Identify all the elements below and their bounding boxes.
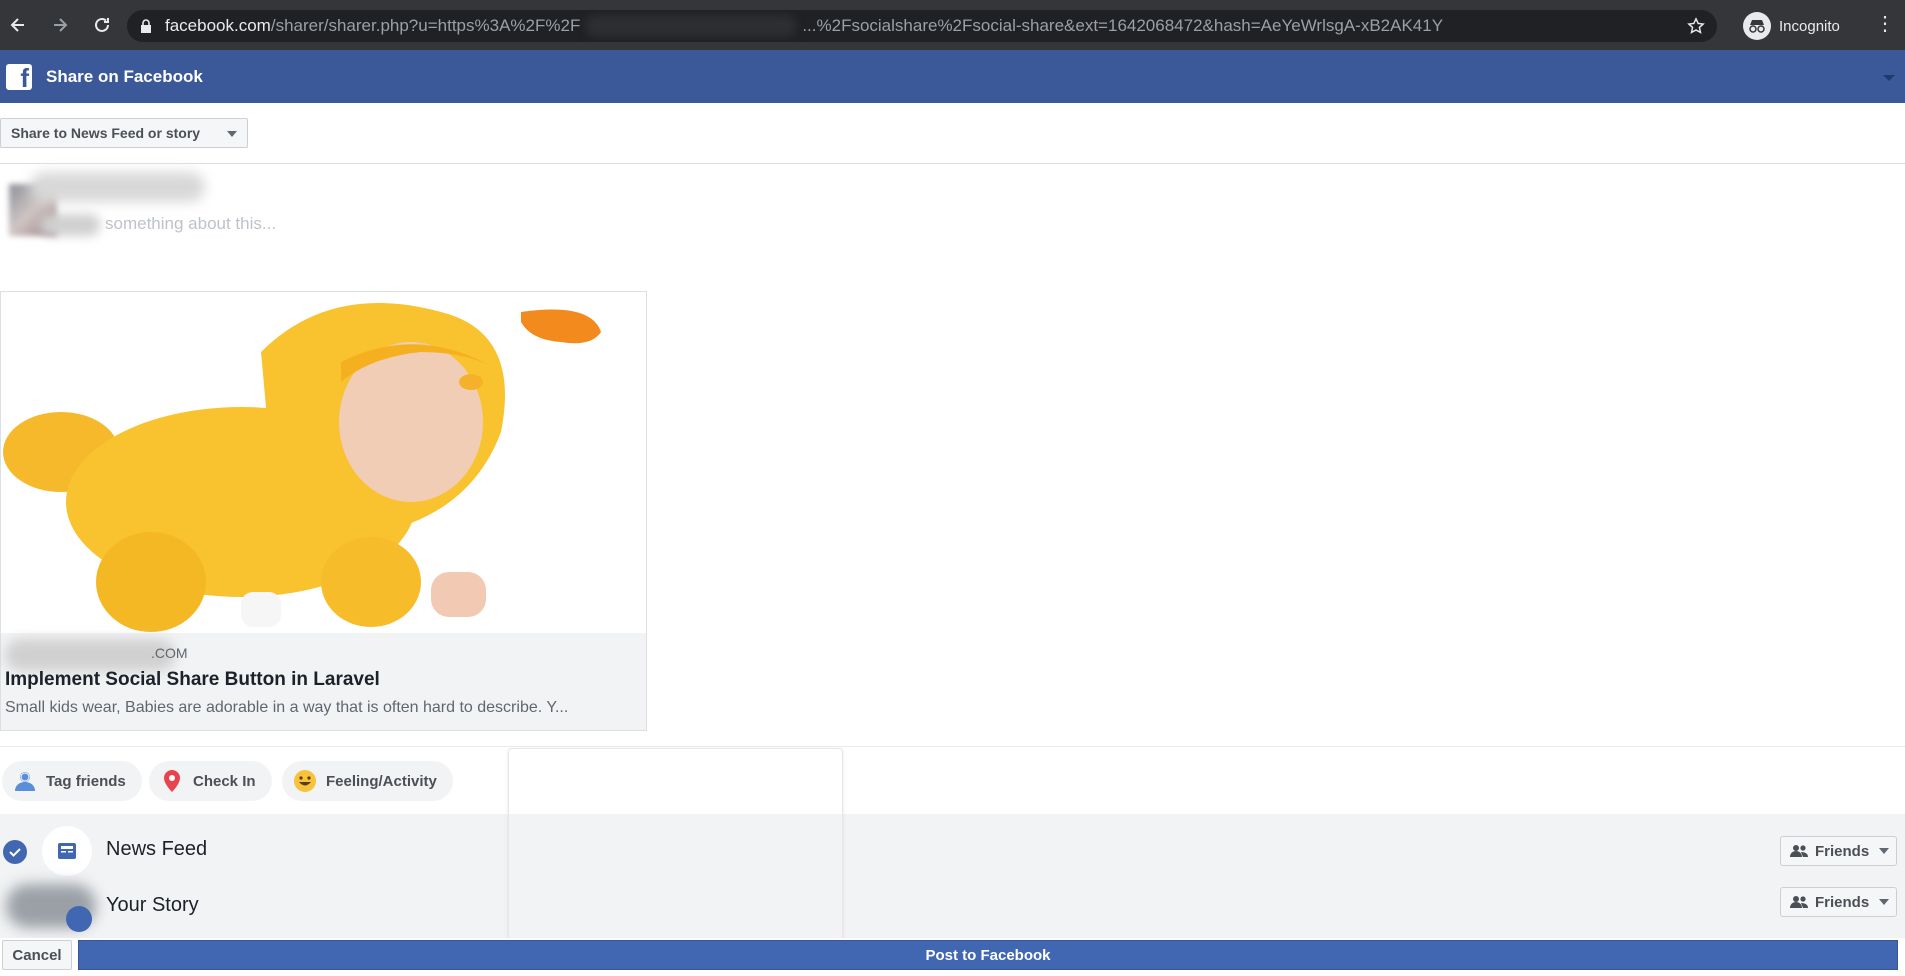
news-feed-label: News Feed (106, 838, 208, 860)
story-badge-icon (66, 906, 92, 932)
link-domain: .COM (151, 645, 188, 661)
kebab-menu-icon[interactable]: ⋮ (1875, 14, 1895, 34)
star-icon[interactable] (1687, 17, 1705, 35)
browser-toolbar: facebook.com /sharer/sharer.php?u=https%… (0, 0, 1905, 50)
divider (0, 746, 1905, 747)
share-target-label: Share to News Feed or story (11, 125, 201, 141)
feeling-activity-button[interactable]: Feeling/Activity (282, 761, 453, 801)
news-feed-icon (42, 826, 92, 876)
link-title: Implement Social Share Button in Laravel (5, 669, 380, 690)
reload-icon[interactable] (88, 11, 116, 39)
redacted-name (30, 172, 205, 202)
post-to-facebook-button[interactable]: Post to Facebook (78, 940, 1898, 970)
news-feed-privacy-label: Friends (1815, 842, 1870, 860)
url-path-end: ...%2Fsocialshare%2Fsocial-share&ext=164… (802, 16, 1444, 35)
address-bar[interactable]: facebook.com /sharer/sharer.php?u=https%… (127, 10, 1717, 42)
tag-friends-label: Tag friends (46, 772, 126, 790)
url-redacted (586, 15, 797, 37)
share-target-dropdown[interactable]: Share to News Feed or story (0, 118, 248, 148)
redacted-domain (5, 639, 175, 671)
your-story-privacy-label: Friends (1815, 893, 1870, 911)
incognito-indicator[interactable]: Incognito (1743, 12, 1840, 40)
cancel-button[interactable]: Cancel (2, 940, 72, 970)
news-feed-row[interactable]: News Feed Friends (0, 826, 1905, 876)
divider (0, 163, 1905, 164)
chevron-down-icon (1879, 899, 1890, 905)
page-title: Share on Facebook (46, 66, 203, 86)
check-in-button[interactable]: Check In (149, 761, 272, 801)
link-preview-meta: .COM Implement Social Share Button in La… (1, 633, 646, 730)
forward-icon[interactable] (46, 11, 74, 39)
friends-icon (1790, 896, 1808, 908)
back-icon[interactable] (4, 11, 32, 39)
your-story-row[interactable]: Your Story Friends (0, 882, 1905, 932)
incognito-label: Incognito (1779, 17, 1840, 35)
smiley-icon (294, 770, 316, 792)
location-pin-icon (164, 770, 180, 792)
facebook-logo-icon: f (6, 63, 32, 90)
incognito-icon (1743, 12, 1771, 40)
link-preview-image (1, 292, 646, 633)
empty-popover (508, 748, 843, 968)
url-path-start: /sharer/sharer.php?u=https%3A%2F%2F (270, 16, 581, 35)
news-feed-privacy-dropdown[interactable]: Friends (1780, 836, 1897, 866)
header-caret-icon[interactable] (1883, 75, 1895, 81)
lock-icon (141, 19, 151, 33)
your-story-label: Your Story (106, 894, 199, 916)
chevron-down-icon (1879, 848, 1890, 854)
link-description: Small kids wear, Babies are adorable in … (5, 699, 569, 716)
feeling-activity-label: Feeling/Activity (326, 772, 437, 790)
url-host: facebook.com (165, 16, 271, 35)
checkmark-icon[interactable] (3, 840, 27, 864)
link-preview-card[interactable]: .COM Implement Social Share Button in La… (0, 291, 647, 731)
audience-section: News Feed Friends Your Story Friends (0, 814, 1905, 938)
composer-input[interactable]: something about this... (105, 214, 276, 234)
tag-friends-icon (15, 772, 35, 791)
fb-header: f Share on Facebook (0, 50, 1905, 103)
your-story-privacy-dropdown[interactable]: Friends (1780, 887, 1897, 917)
friends-icon (1790, 845, 1808, 857)
footer: Cancel Post to Facebook (0, 938, 1905, 976)
tag-friends-button[interactable]: Tag friends (2, 761, 142, 801)
check-in-label: Check In (193, 772, 256, 790)
redacted-prompt (40, 214, 100, 236)
chevron-down-icon (227, 131, 237, 137)
